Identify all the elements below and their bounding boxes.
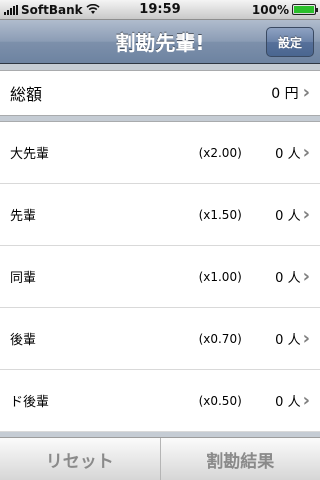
carrier-name: SoftBank (21, 2, 83, 17)
chevron-right-icon: › (302, 203, 310, 225)
status-right: 100% (251, 2, 318, 17)
settings-button[interactable]: 設定 (266, 27, 314, 57)
content-area: 総額 0 円 › 大先輩 (x2.00) 0 人 › 先輩 (x1.50) 0 … (0, 65, 320, 437)
chevron-right-icon: › (302, 327, 310, 349)
member-list: 大先輩 (x2.00) 0 人 › 先輩 (x1.50) 0 人 › 同輩 (x… (0, 121, 320, 432)
chevron-right-icon: › (302, 141, 310, 163)
list-item-kouhai[interactable]: 後輩 (x0.70) 0 人 › (0, 308, 320, 370)
row-multiplier: (x1.50) (198, 207, 242, 222)
wifi-icon (86, 4, 100, 15)
total-value: 0 円 (271, 86, 299, 102)
chevron-right-icon: › (302, 265, 310, 287)
row-multiplier: (x0.50) (198, 393, 242, 408)
row-count: 0 人 (275, 333, 301, 348)
battery-percent: 100% (251, 2, 289, 17)
list-item-douhai[interactable]: 同輩 (x1.00) 0 人 › (0, 246, 320, 308)
navigation-bar: 割勘先輩! 設定 (0, 20, 320, 64)
row-count: 0 人 (275, 209, 301, 224)
split-result-button[interactable]: 割勘結果 (159, 438, 320, 480)
status-bar: SoftBank 19:59 100% (0, 0, 320, 20)
row-count: 0 人 (275, 395, 301, 410)
battery-icon (292, 4, 318, 15)
row-label: 大先輩 (10, 147, 50, 162)
page-title: 割勘先輩! (115, 31, 205, 55)
row-multiplier: (x1.00) (198, 269, 242, 284)
total-label: 総額 (10, 85, 43, 104)
row-label: 同輩 (10, 271, 37, 286)
bottom-toolbar: リセット 割勘結果 (0, 437, 320, 480)
chevron-right-icon: › (302, 82, 310, 103)
chevron-right-icon: › (302, 389, 310, 411)
row-count: 0 人 (275, 271, 301, 286)
row-multiplier: (x2.00) (198, 145, 242, 160)
list-item-senpai[interactable]: 先輩 (x1.50) 0 人 › (0, 184, 320, 246)
status-left: SoftBank (4, 3, 100, 17)
row-label: ド後輩 (10, 395, 50, 410)
row-label: 先輩 (10, 209, 37, 224)
row-label: 後輩 (10, 333, 37, 348)
list-item-daisenpai[interactable]: 大先輩 (x2.00) 0 人 › (0, 122, 320, 184)
row-multiplier: (x0.70) (198, 331, 242, 346)
reset-button[interactable]: リセット (0, 438, 160, 480)
total-row[interactable]: 総額 0 円 › (0, 70, 320, 116)
list-item-do-kouhai[interactable]: ド後輩 (x0.50) 0 人 › (0, 370, 320, 432)
signal-bars-icon (4, 4, 18, 15)
row-count: 0 人 (275, 147, 301, 162)
battery-fill (294, 6, 314, 13)
